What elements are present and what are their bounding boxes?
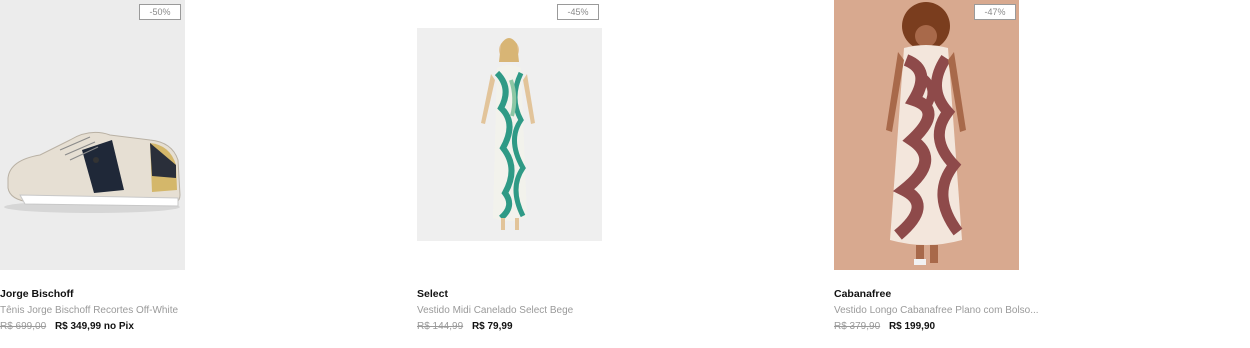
product-prices: R$ 699,00 R$ 349,99 no Pix	[0, 321, 134, 332]
sneaker-image	[0, 0, 185, 270]
product-brand[interactable]: Jorge Bischoff	[0, 288, 74, 300]
product-prices: R$ 144,99 R$ 79,99	[417, 321, 513, 332]
discount-badge: -50%	[139, 4, 181, 20]
product-image[interactable]: -50%	[0, 0, 185, 270]
product-card[interactable]: -50% Jorge Bischoff Tênis Jorge Bischoff…	[0, 0, 300, 348]
product-brand[interactable]: Select	[417, 288, 448, 300]
old-price: R$ 699,00	[0, 321, 47, 332]
discount-badge-overlay: -45%	[557, 4, 599, 20]
green-print-dress-image	[417, 28, 602, 241]
new-price: R$ 79,99	[471, 321, 513, 332]
new-price: R$ 349,99	[54, 321, 102, 332]
product-brand[interactable]: Cabanafree	[834, 288, 891, 300]
product-title[interactable]: Vestido Longo Cabanafree Plano com Bolso…	[834, 305, 1039, 316]
product-title[interactable]: Tênis Jorge Bischoff Recortes Off-White	[0, 305, 178, 316]
product-title[interactable]: Vestido Midi Canelado Select Bege	[417, 305, 573, 316]
old-price: R$ 379,90	[834, 321, 881, 332]
product-prices: R$ 379,90 R$ 199,90	[834, 321, 935, 332]
product-image[interactable]: -45%	[417, 28, 602, 241]
pix-label: no Pix	[103, 321, 134, 332]
product-card[interactable]: -47% Cabanafree Vestido Longo Cabanafree…	[834, 0, 1134, 348]
old-price: R$ 144,99	[417, 321, 464, 332]
maroon-print-dress-image	[834, 0, 1019, 270]
product-card[interactable]: -45% -45% Select Vestido Midi Canelado S…	[417, 0, 717, 348]
discount-badge: -47%	[974, 4, 1016, 20]
new-price: R$ 199,90	[888, 321, 936, 332]
product-image[interactable]: -47%	[834, 0, 1019, 270]
